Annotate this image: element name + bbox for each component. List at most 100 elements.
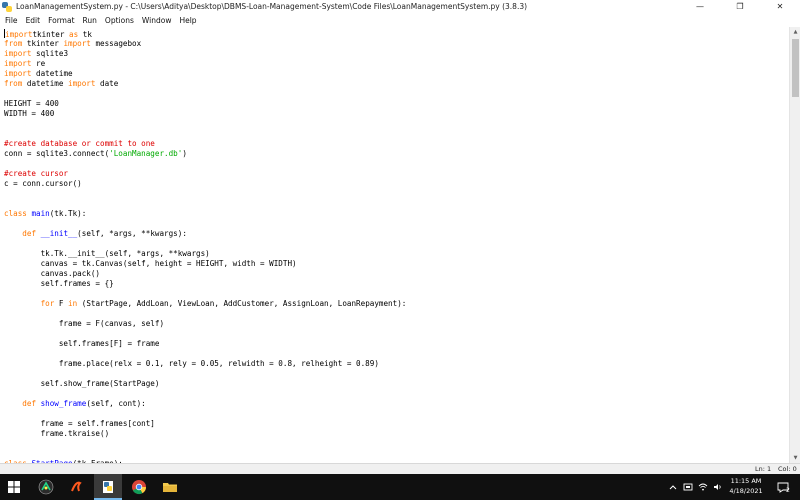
menu-window[interactable]: Window <box>138 16 176 25</box>
code-token: #create cursor <box>4 169 69 178</box>
menu-run[interactable]: Run <box>79 16 101 25</box>
code-line[interactable] <box>4 119 406 129</box>
code-token: #create database or commit to one <box>4 139 155 148</box>
menu-edit[interactable]: Edit <box>22 16 45 25</box>
code-line[interactable] <box>4 439 406 449</box>
code-line[interactable] <box>4 449 406 459</box>
code-line[interactable] <box>4 129 406 139</box>
code-line[interactable]: import re <box>4 59 406 69</box>
code-line[interactable] <box>4 159 406 169</box>
pycharm-icon <box>38 479 54 495</box>
code-line[interactable]: tk.Tk.__init__(self, *args, **kwargs) <box>4 249 406 259</box>
code-token: in <box>68 299 78 308</box>
code-line[interactable] <box>4 89 406 99</box>
code-line[interactable]: from datetime import date <box>4 79 406 89</box>
code-line[interactable]: canvas = tk.Canvas(self, height = HEIGHT… <box>4 259 406 269</box>
tray-expand[interactable] <box>666 474 680 500</box>
folder-icon <box>163 483 177 492</box>
scrollbar-thumb[interactable] <box>792 39 799 97</box>
minimize-button[interactable]: — <box>680 0 720 13</box>
taskbar-app-idle[interactable] <box>94 474 122 500</box>
code-token: HEIGHT = 400 <box>4 99 59 108</box>
clock-date[interactable]: 4/18/2021 <box>726 487 766 495</box>
code-line[interactable] <box>4 219 406 229</box>
code-editor[interactable]: importtkinter as tk from tkinter import m… <box>0 27 789 463</box>
tray-network[interactable] <box>681 474 695 500</box>
menu-help[interactable]: Help <box>175 16 200 25</box>
code-token: self.frames[F] = frame <box>4 339 160 348</box>
maximize-button[interactable]: ❐ <box>720 0 760 13</box>
code-line[interactable] <box>4 199 406 209</box>
code-line[interactable]: for F in (StartPage, AddLoan, ViewLoan, … <box>4 299 407 309</box>
code-token: tkinter <box>32 30 70 39</box>
code-line[interactable]: importtkinter as tk <box>4 29 406 39</box>
code-line[interactable]: self.show_frame(StartPage) <box>4 379 406 389</box>
code-token: conn = sqlite3.connect( <box>4 149 110 158</box>
taskbar-app-chrome[interactable] <box>126 474 152 500</box>
menu-format[interactable]: Format <box>44 16 78 25</box>
taskbar-app-folder[interactable] <box>157 474 183 500</box>
code-line[interactable]: import datetime <box>4 69 406 79</box>
code-line[interactable]: frame.tkraise() <box>4 429 406 439</box>
code-token: for <box>40 299 55 308</box>
code-token: tk <box>78 30 92 39</box>
window-title: LoanManagementSystem.py - C:\Users\Adity… <box>16 2 528 11</box>
code-token: import <box>68 79 96 88</box>
code-line[interactable] <box>4 309 406 319</box>
tray-wifi[interactable] <box>696 474 710 500</box>
clock-time[interactable]: 11:15 AM <box>726 477 766 485</box>
code-line[interactable]: #create database or commit to one <box>4 139 406 149</box>
taskbar: 11:15 AM 4/18/2021 2 <box>0 474 800 500</box>
code-line[interactable]: self.frames = {} <box>4 279 406 289</box>
menu-file[interactable]: File <box>0 16 22 25</box>
code-line[interactable]: HEIGHT = 400 <box>4 99 406 109</box>
vertical-scrollbar[interactable]: ▲ ▼ <box>789 27 800 463</box>
code-line[interactable] <box>4 329 406 339</box>
code-token: (self, *args, **kwargs): <box>77 229 187 238</box>
code-line[interactable]: #create cursor <box>4 169 406 179</box>
code-line[interactable] <box>4 239 406 249</box>
code-text[interactable]: importtkinter as tk from tkinter import m… <box>4 29 406 463</box>
notification-center[interactable]: 2 <box>771 474 795 500</box>
code-line[interactable]: from tkinter import messagebox <box>4 39 406 49</box>
code-token: def <box>22 229 37 238</box>
chrome-icon <box>132 480 147 495</box>
code-line[interactable]: c = conn.cursor() <box>4 179 406 189</box>
code-line[interactable] <box>4 289 406 299</box>
code-token: from <box>4 39 23 48</box>
taskbar-app-pycharm[interactable] <box>33 474 59 500</box>
scroll-up-icon[interactable]: ▲ <box>790 27 800 37</box>
scroll-down-icon[interactable]: ▼ <box>790 453 800 463</box>
code-line[interactable] <box>4 389 406 399</box>
taskbar-app-red[interactable] <box>63 474 89 500</box>
code-line[interactable]: WIDTH = 400 <box>4 109 406 119</box>
tray-volume[interactable] <box>711 474 725 500</box>
code-line[interactable] <box>4 369 406 379</box>
code-line[interactable]: canvas.pack() <box>4 269 406 279</box>
code-line[interactable]: conn = sqlite3.connect('LoanManager.db') <box>4 149 406 159</box>
code-line[interactable]: frame = F(canvas, self) <box>4 319 406 329</box>
code-token: frame.place(relx = 0.1, rely = 0.05, rel… <box>4 359 379 368</box>
code-line[interactable]: def show_frame(self, cont): <box>4 399 406 409</box>
code-token: __init__ <box>40 229 78 238</box>
code-line[interactable] <box>4 189 406 199</box>
menu-options[interactable]: Options <box>101 16 138 25</box>
code-line[interactable] <box>4 349 406 359</box>
code-line[interactable]: import sqlite3 <box>4 49 406 59</box>
code-line[interactable] <box>4 409 406 419</box>
close-button[interactable]: ✕ <box>760 0 800 13</box>
code-token: datetime <box>22 79 69 88</box>
code-line[interactable]: def __init__(self, *args, **kwargs): <box>4 229 406 239</box>
idle-python-icon <box>103 481 113 493</box>
chevron-up-icon <box>669 485 677 490</box>
code-line[interactable]: frame.place(relx = 0.1, rely = 0.05, rel… <box>4 359 406 369</box>
code-token: import <box>4 49 32 58</box>
code-token: tkinter <box>22 39 64 48</box>
code-token: import <box>4 69 32 78</box>
code-line[interactable]: self.frames[F] = frame <box>4 339 406 349</box>
start-button[interactable] <box>0 474 28 500</box>
code-line[interactable]: frame = self.frames[cont] <box>4 419 406 429</box>
code-line[interactable]: class main(tk.Tk): <box>4 209 406 219</box>
